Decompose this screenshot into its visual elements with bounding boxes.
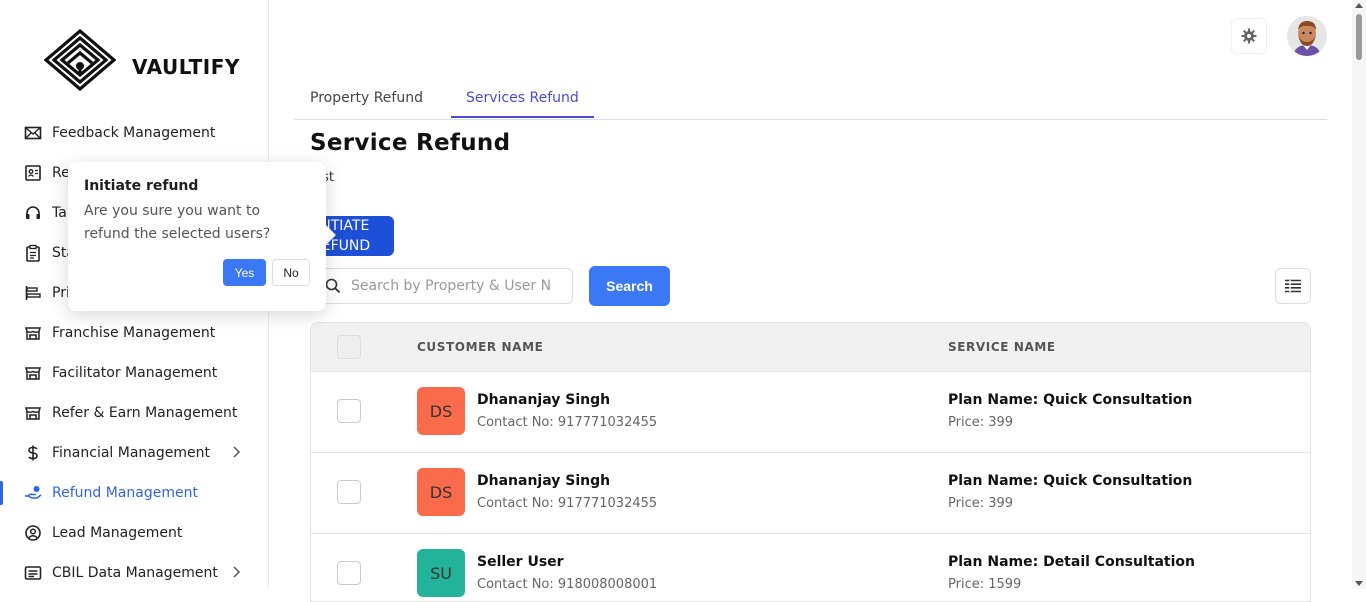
dollar-icon — [24, 444, 42, 462]
service-price: Price: 399 — [948, 415, 1014, 430]
scroll-down-arrow-icon[interactable] — [1355, 581, 1363, 586]
sidebar-item-cbil-data-management[interactable]: CBIL Data Management — [0, 553, 269, 593]
table-row[interactable]: DS Dhananjay Singh Contact No: 917771032… — [311, 371, 1310, 452]
header-customer-name: CUSTOMER NAME — [417, 340, 544, 354]
confirm-no-button[interactable]: No — [272, 259, 310, 286]
customer-contact: Contact No: 918008008001 — [477, 577, 658, 592]
store-icon — [24, 364, 42, 382]
select-all-checkbox[interactable] — [337, 335, 361, 359]
page-title: Service Refund — [310, 130, 511, 156]
store-icon — [24, 324, 42, 342]
search-input[interactable] — [351, 278, 551, 294]
tab-property-refund[interactable]: Property Refund — [310, 90, 423, 106]
refund-hand-icon — [24, 484, 42, 502]
sidebar-item-label: Feedback Management — [52, 125, 216, 141]
contact-card-icon — [24, 164, 42, 182]
service-plan-name: Plan Name: Detail Consultation — [948, 554, 1195, 570]
table-row[interactable]: DS Dhananjay Singh Contact No: 917771032… — [311, 452, 1310, 533]
gear-icon — [1241, 28, 1257, 44]
table-row[interactable]: SU Seller User Contact No: 918008008001 … — [311, 533, 1310, 601]
customer-name: Seller User — [477, 554, 564, 570]
scroll-up-arrow-icon[interactable] — [1355, 3, 1363, 8]
headset-icon — [24, 204, 42, 222]
customer-name: Dhananjay Singh — [477, 473, 611, 489]
popover-actions: Yes No — [223, 259, 310, 286]
sidebar-item-facilitator-management[interactable]: Facilitator Management — [0, 353, 269, 393]
sidebar-item-label: CBIL Data Management — [52, 565, 218, 581]
avatar-illustration-icon — [1287, 16, 1327, 56]
tab-services-refund[interactable]: Services Refund — [466, 90, 579, 106]
service-price: Price: 1599 — [948, 577, 1022, 592]
search-box — [310, 268, 573, 304]
user-avatar[interactable] — [1287, 16, 1327, 56]
chevron-right-icon[interactable] — [231, 445, 241, 463]
list-box-icon — [24, 564, 42, 582]
sidebar-item-label: Refund Management — [52, 485, 198, 501]
initiate-refund-popover: Initiate refund Are you sure you want to… — [68, 162, 326, 311]
sidebar-item-label: Franchise Management — [52, 325, 216, 341]
customer-name: Dhananjay Singh — [477, 392, 611, 408]
sidebar-item-feedback-management[interactable]: Feedback Management — [0, 113, 269, 153]
active-tab-indicator — [451, 116, 594, 118]
table-header: CUSTOMER NAME SERVICE NAME — [311, 323, 1310, 371]
columns-list-icon — [1285, 279, 1301, 293]
store-icon — [24, 404, 42, 422]
user-target-icon — [24, 524, 42, 542]
refund-table: CUSTOMER NAME SERVICE NAME DS Dhananjay … — [310, 322, 1311, 602]
sidebar-item-lead-management[interactable]: Lead Management — [0, 513, 269, 553]
customer-initials-badge: DS — [417, 387, 465, 435]
popover-message: Are you sure you want to refund the sele… — [84, 203, 271, 242]
brand-name: VAULTIFY — [132, 55, 240, 79]
scrollbar-thumb[interactable] — [1356, 14, 1362, 60]
confirm-yes-button[interactable]: Yes — [223, 259, 266, 286]
vaultify-logo-icon — [44, 29, 116, 91]
search-icon — [325, 278, 341, 294]
service-price: Price: 399 — [948, 496, 1014, 511]
sidebar-item-label: Financial Management — [52, 445, 210, 461]
row-checkbox[interactable] — [337, 480, 361, 504]
page-scrollbar[interactable] — [1352, 0, 1366, 589]
sidebar-item-label: Lead Management — [52, 525, 183, 541]
sidebar-item-label: Refer & Earn Management — [52, 405, 238, 421]
sidebar-item-label: Ta — [52, 205, 67, 221]
service-plan-name: Plan Name: Quick Consultation — [948, 392, 1193, 408]
customer-contact: Contact No: 917771032455 — [477, 496, 658, 511]
customer-contact: Contact No: 917771032455 — [477, 415, 658, 430]
customer-initials-badge: DS — [417, 468, 465, 516]
brand-logo[interactable]: VAULTIFY — [44, 29, 239, 91]
row-checkbox[interactable] — [337, 399, 361, 423]
column-settings-button[interactable] — [1275, 268, 1311, 304]
clipboard-icon — [24, 244, 42, 262]
popover-title: Initiate refund — [84, 178, 199, 194]
header-service-name: SERVICE NAME — [948, 340, 1056, 354]
sidebar-item-franchise-management[interactable]: Franchise Management — [0, 313, 269, 353]
service-plan-name: Plan Name: Quick Consultation — [948, 473, 1193, 489]
sidebar-item-label: Facilitator Management — [52, 365, 218, 381]
sidebar-item-refer-earn-management[interactable]: Refer & Earn Management — [0, 393, 269, 433]
row-checkbox[interactable] — [337, 561, 361, 585]
sidebar-item-refund-management[interactable]: Refund Management — [0, 473, 269, 513]
search-button[interactable]: Search — [589, 266, 670, 306]
customer-initials-badge: SU — [417, 549, 465, 597]
sidebar-item-financial-management[interactable]: Financial Management — [0, 433, 269, 473]
mail-icon — [24, 124, 42, 142]
refund-tabs: Property Refund Services Refund — [294, 78, 1327, 120]
priority-icon — [24, 284, 42, 302]
settings-button[interactable] — [1231, 18, 1267, 54]
chevron-right-icon[interactable] — [231, 565, 241, 583]
